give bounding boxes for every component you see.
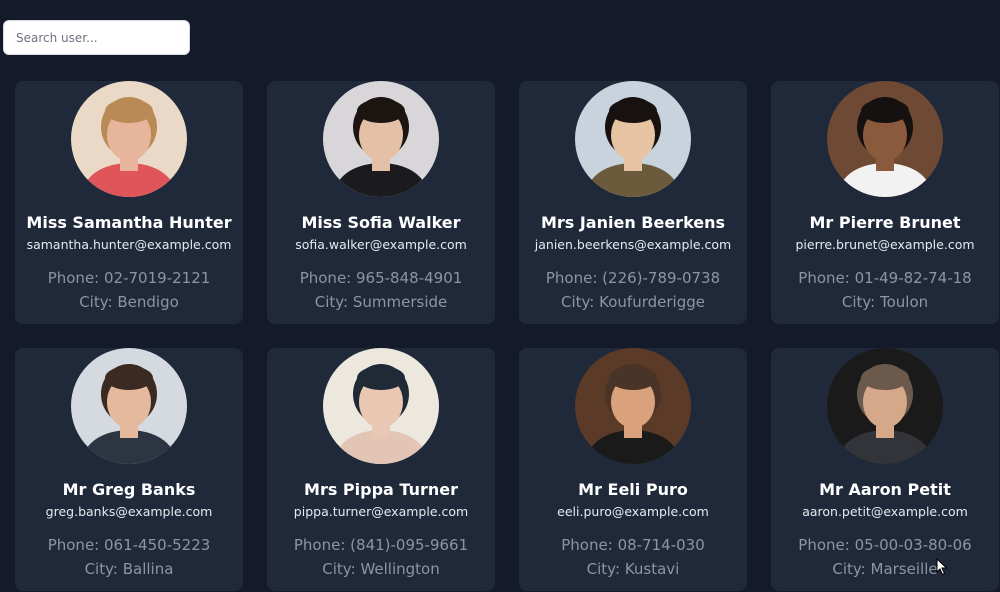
user-name: Mr Aaron Petit	[819, 480, 951, 499]
user-email: janien.beerkens@example.com	[534, 237, 732, 252]
user-city: City: Kustavi	[519, 560, 747, 578]
avatar	[71, 81, 187, 197]
avatar	[827, 348, 943, 464]
user-phone: Phone: 05-00-03-80-06	[771, 536, 999, 554]
city-label: City:	[322, 560, 356, 578]
avatar-portrait-icon	[827, 348, 943, 464]
user-card[interactable]: Mr Aaron Petit aaron.petit@example.com Pho…	[771, 348, 999, 591]
user-name: Mrs Janien Beerkens	[540, 213, 726, 232]
user-email: pippa.turner@example.com	[293, 504, 469, 519]
phone-label: Phone:	[293, 536, 346, 554]
user-card[interactable]: Mr Pierre Brunet pierre.brunet@example.co…	[771, 81, 999, 324]
city-value: Summerside	[352, 293, 448, 311]
phone-label: Phone:	[299, 269, 352, 287]
user-card[interactable]: Mrs Pippa Turner pippa.turner@example.com…	[267, 348, 495, 591]
city-label: City:	[561, 293, 595, 311]
avatar-portrait-icon	[71, 81, 187, 197]
city-value: Wellington	[360, 560, 440, 578]
phone-value: (841)-095-9661	[350, 536, 469, 554]
avatar-portrait-icon	[71, 348, 187, 464]
city-label: City:	[314, 293, 349, 311]
user-phone: Phone: 02-7019-2121	[15, 269, 243, 287]
user-phone: Phone: (226)-789-0738	[519, 269, 747, 287]
phone-value: 01-49-82-74-18	[854, 269, 972, 287]
user-name: Mrs Pippa Turner	[304, 480, 458, 499]
user-card[interactable]: Mr Greg Banks greg.banks@example.com Phone…	[15, 348, 243, 591]
user-name: Miss Sofia Walker	[301, 213, 461, 232]
user-card[interactable]: Miss Samantha Hunter samantha.hunter@exam…	[15, 81, 243, 324]
user-card[interactable]: Mrs Janien Beerkens janien.beerkens@examp…	[519, 81, 747, 324]
user-city: City: Ballina	[15, 560, 243, 578]
page: Miss Samantha Hunter samantha.hunter@exam…	[0, 0, 1000, 592]
avatar	[71, 348, 187, 464]
city-value: Bendigo	[117, 293, 179, 311]
avatar	[575, 81, 691, 197]
user-email: aaron.petit@example.com	[802, 504, 968, 519]
avatar	[575, 348, 691, 464]
city-label: City:	[586, 560, 621, 578]
user-email: greg.banks@example.com	[45, 504, 213, 519]
phone-label: Phone:	[561, 536, 613, 554]
user-city: City: Bendigo	[15, 293, 243, 311]
phone-label: Phone:	[545, 269, 598, 287]
user-city: City: Marseille	[771, 560, 999, 578]
user-name: Mr Pierre Brunet	[809, 213, 961, 232]
user-phone: Phone: 965-848-4901	[267, 269, 495, 287]
avatar-portrait-icon	[323, 348, 439, 464]
user-phone: Phone: 01-49-82-74-18	[771, 269, 999, 287]
user-email: eeli.puro@example.com	[557, 504, 709, 519]
user-phone: Phone: 061-450-5223	[15, 536, 243, 554]
city-value: Toulon	[880, 293, 929, 311]
city-value: Ballina	[122, 560, 174, 578]
city-value: Koufurderigge	[599, 293, 705, 311]
avatar	[323, 348, 439, 464]
phone-value: 08-714-030	[617, 536, 705, 554]
user-city: City: Koufurderigge	[519, 293, 747, 311]
user-city: City: Toulon	[771, 293, 999, 311]
user-name: Miss Samantha Hunter	[26, 213, 232, 232]
phone-label: Phone:	[798, 536, 850, 554]
user-city: City: Wellington	[267, 560, 495, 578]
avatar	[323, 81, 439, 197]
city-label: City:	[84, 560, 118, 578]
avatar-portrait-icon	[575, 348, 691, 464]
avatar-portrait-icon	[827, 81, 943, 197]
user-name: Mr Eeli Puro	[578, 480, 688, 499]
mouse-cursor-icon	[936, 558, 948, 576]
avatar	[827, 81, 943, 197]
user-card[interactable]: Miss Sofia Walker sofia.walker@example.co…	[267, 81, 495, 324]
phone-label: Phone:	[47, 536, 100, 554]
phone-label: Phone:	[47, 269, 100, 287]
user-email: sofia.walker@example.com	[295, 237, 467, 252]
phone-value: 061-450-5223	[104, 536, 211, 554]
phone-value: (226)-789-0738	[602, 269, 721, 287]
user-phone: Phone: (841)-095-9661	[267, 536, 495, 554]
user-email: samantha.hunter@example.com	[26, 237, 232, 252]
phone-value: 02-7019-2121	[104, 269, 211, 287]
user-city: City: Summerside	[267, 293, 495, 311]
city-label: City:	[79, 293, 113, 311]
city-label: City:	[841, 293, 876, 311]
phone-value: 05-00-03-80-06	[854, 536, 972, 554]
phone-value: 965-848-4901	[356, 269, 463, 287]
phone-label: Phone:	[798, 269, 850, 287]
city-value: Marseille	[870, 560, 938, 578]
user-card[interactable]: Mr Eeli Puro eeli.puro@example.com Phone: …	[519, 348, 747, 591]
search-input[interactable]	[3, 20, 190, 55]
avatar-portrait-icon	[575, 81, 691, 197]
city-value: Kustavi	[624, 560, 680, 578]
user-phone: Phone: 08-714-030	[519, 536, 747, 554]
user-grid: Miss Samantha Hunter samantha.hunter@exam…	[15, 81, 999, 591]
user-email: pierre.brunet@example.com	[795, 237, 975, 252]
city-label: City:	[832, 560, 866, 578]
avatar-portrait-icon	[323, 81, 439, 197]
user-name: Mr Greg Banks	[62, 480, 196, 499]
